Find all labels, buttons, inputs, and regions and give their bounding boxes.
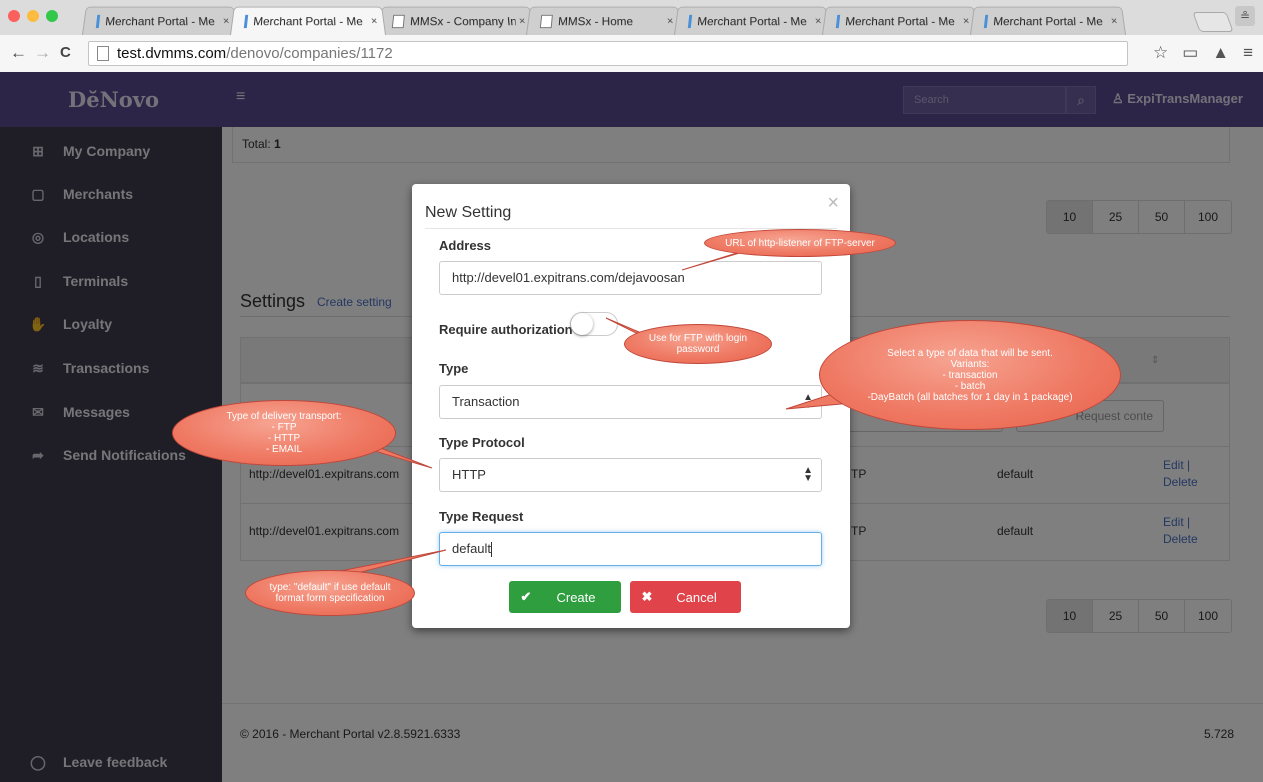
close-tab-icon[interactable]: × [962,16,970,27]
type-annotation: Select a type of data that will be sent.… [819,320,1121,430]
tab-title: Merchant Portal - Me [104,14,216,29]
minimize-window-button[interactable] [27,10,39,22]
browser-tab[interactable]: Merchant Portal - Me × [82,6,238,36]
reload-icon[interactable]: C [60,44,71,61]
tab-title: Merchant Portal - Me [992,14,1104,29]
require-auth-toggle[interactable] [570,312,618,336]
auth-annotation: Use for FTP with login password [624,324,772,364]
drive-icon[interactable]: ▲ [1212,43,1229,63]
close-tab-icon[interactable]: × [666,16,674,27]
check-icon: ✔ [520,589,532,604]
annotation-text: format form specification [275,593,385,604]
url-path: /denovo/companies/1172 [226,45,393,62]
url-host: test.dvmms.com [117,45,227,62]
request-field[interactable]: default [439,532,822,566]
create-label: Create [556,589,596,605]
page-info-icon[interactable] [97,46,109,61]
request-annotation: type: "default" if use default format fo… [245,570,415,616]
tab-title: MMSx - Company Inf [409,14,516,29]
window-controls [8,10,58,22]
protocol-select[interactable]: HTTP ▲ ▼ [439,458,822,492]
cast-icon[interactable]: ▭ [1182,43,1198,63]
close-tab-icon[interactable]: × [814,16,822,27]
address-bar[interactable]: test.dvmms.com/denovo/companies/1172 [88,41,1128,66]
browser-menu-icon[interactable]: ≡ [1243,43,1253,63]
annotation-text: Use for FTP with login [648,333,748,344]
close-icon[interactable]: × [827,192,839,215]
annotation-text: - HTTP [267,433,301,444]
type-select[interactable]: Transaction ▲ ▼ [439,385,822,419]
annotation-text: type: "default" if use default [269,582,391,593]
close-tab-icon[interactable]: × [518,16,526,27]
protocol-value: HTTP [452,467,486,482]
address-value: http://devel01.expitrans.com/dejavoosan [452,270,685,285]
page-icon [835,14,841,29]
browser-tab[interactable]: MMSx - Company Inf × [378,6,534,36]
address-field[interactable]: http://devel01.expitrans.com/dejavoosan [439,261,822,295]
new-tab-button[interactable] [1192,12,1234,32]
annotation-text: URL of http-listener of FTP-server [725,237,875,249]
annotation-text: password [676,344,720,355]
type-label: Type [439,361,469,376]
page-icon [687,14,693,29]
transport-annotation: Type of delivery transport: - FTP - HTTP… [172,400,396,466]
type-value: Transaction [452,394,520,409]
tab-title: Merchant Portal - Me [844,14,956,29]
browser-tab[interactable]: Merchant Portal - Me × [674,6,830,36]
toggle-knob [571,313,593,335]
request-label: Type Request [439,509,524,524]
url-annotation: URL of http-listener of FTP-server [704,229,896,257]
request-value: default [452,541,492,556]
annotation-text: - transaction [942,369,998,381]
page-icon [391,14,405,29]
browser-tab[interactable]: Merchant Portal - Me × [970,6,1126,36]
annotation-text: Variants: [950,358,990,370]
close-window-button[interactable] [8,10,20,22]
toolbar-icons: ☆ ▭ ▲ ≡ [1153,43,1253,63]
create-button[interactable]: ✔ Create [509,581,621,613]
x-icon: ✖ [641,589,653,604]
select-arrows-icon: ▲ ▼ [803,392,813,411]
annotation-text: Select a type of data that will be sent. [887,347,1053,359]
tab-title: Merchant Portal - Me [696,14,808,29]
text-cursor [491,542,493,558]
annotation-text: - FTP [271,422,297,433]
close-tab-icon[interactable]: × [222,16,230,27]
tab-title: Merchant Portal - Me [252,14,364,29]
annotation-text: - EMAIL [265,444,303,455]
page-icon [539,14,553,29]
back-icon[interactable]: ← [10,43,27,63]
tab-title: MMSx - Home [557,14,634,29]
bookmark-star-icon[interactable]: ☆ [1153,43,1168,63]
browser-chrome: Merchant Portal - Me × Merchant Portal - … [0,0,1263,72]
page-icon [95,14,101,29]
tab-strip: Merchant Portal - Me × Merchant Portal - … [82,5,1126,36]
protocol-label: Type Protocol [439,435,525,450]
zoom-window-button[interactable] [46,10,58,22]
annotation-text: Type of delivery transport: [226,411,342,422]
annotation-text: -DayBatch (all batches for 1 day in 1 pa… [867,391,1073,403]
page-icon [243,14,249,29]
browser-toolbar: ← → C test.dvmms.com/denovo/companies/11… [0,35,1263,72]
address-label: Address [439,238,492,253]
profile-icon[interactable]: ≗ [1235,6,1255,26]
dialog-title: New Setting [425,204,512,221]
browser-tab[interactable]: Merchant Portal - Me × [822,6,978,36]
annotation-text: - batch [954,380,986,392]
browser-tab[interactable]: MMSx - Home × [526,6,682,36]
forward-icon[interactable]: → [34,43,51,63]
cancel-button[interactable]: ✖ Cancel [630,581,741,613]
browser-tab-active[interactable]: Merchant Portal - Me × [230,6,386,36]
page-icon [983,14,989,29]
cancel-label: Cancel [676,589,717,605]
auth-label: Require authorization [439,322,573,337]
select-arrows-icon: ▲ ▼ [803,465,813,484]
close-tab-icon[interactable]: × [370,16,378,27]
close-tab-icon[interactable]: × [1110,16,1118,27]
